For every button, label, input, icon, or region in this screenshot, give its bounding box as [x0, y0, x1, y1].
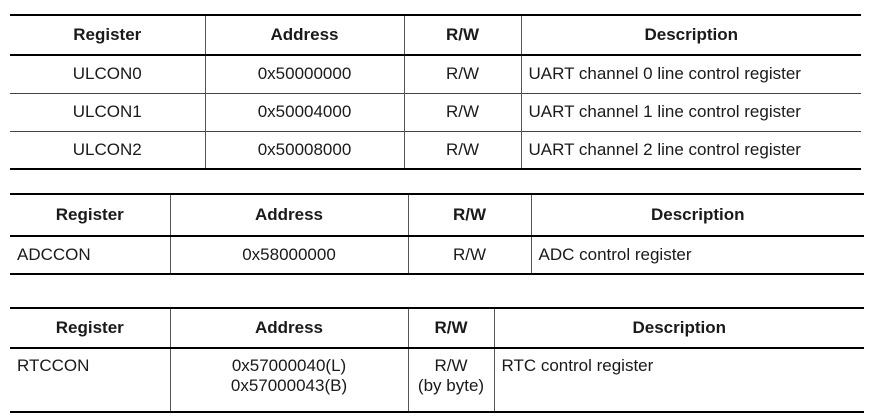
- header-rw: R/W: [403, 15, 521, 55]
- header-rw: R/W: [407, 308, 494, 348]
- table-row: ULCON2 0x50008000 R/W UART channel 2 lin…: [10, 131, 861, 169]
- table-row: ULCON0 0x50000000 R/W UART channel 0 lin…: [10, 55, 861, 93]
- address-low: 0x57000040(L): [231, 356, 347, 375]
- table-row: ADCCON 0x58000000 R/W ADC control regist…: [10, 236, 864, 274]
- uart-register-table: Register Address R/W Description ULCON0 …: [10, 14, 861, 170]
- cell-description: UART channel 2 line control register: [520, 131, 861, 169]
- header-description: Description: [530, 194, 864, 236]
- table-row: ULCON1 0x50004000 R/W UART channel 1 lin…: [10, 93, 861, 131]
- header-address: Address: [169, 308, 408, 348]
- cell-rw: R/W: [403, 93, 521, 131]
- table-header-row: Register Address R/W Description: [10, 308, 864, 348]
- cell-address: 0x50000000: [204, 55, 404, 93]
- header-register: Register: [55, 318, 124, 337]
- cell-address: 0x50004000: [204, 93, 404, 131]
- rw-note: (by byte): [417, 376, 485, 395]
- cell-rw: R/W (by byte): [407, 348, 494, 412]
- cell-address: 0x58000000: [169, 236, 408, 274]
- cell-rw: R/W: [407, 236, 531, 274]
- cell-description: ADC control register: [530, 236, 864, 274]
- cell-register: RTCCON: [17, 356, 90, 375]
- cell-address: 0x50008000: [204, 131, 404, 169]
- header-description: Description: [493, 308, 864, 348]
- cell-register: ULCON1: [72, 102, 142, 121]
- table-row: RTCCON 0x57000040(L) 0x57000043(B) R/W (…: [10, 348, 864, 412]
- adc-register-table: Register Address R/W Description ADCCON …: [10, 193, 864, 275]
- header-rw: R/W: [407, 194, 531, 236]
- table-header-row: Register Address R/W Description: [10, 15, 861, 55]
- cell-register: ULCON0: [72, 64, 142, 84]
- cell-register: ULCON2: [72, 139, 142, 159]
- cell-register: ADCCON: [17, 245, 91, 264]
- header-address: Address: [204, 15, 404, 55]
- cell-description: UART channel 1 line control register: [520, 93, 861, 131]
- cell-rw: R/W: [403, 55, 521, 93]
- cell-address: 0x57000040(L) 0x57000043(B): [169, 348, 408, 412]
- address-byte: 0x57000043(B): [230, 376, 348, 395]
- cell-rw: R/W: [403, 131, 521, 169]
- table-header-row: Register Address R/W Description: [10, 194, 864, 236]
- header-address: Address: [169, 194, 408, 236]
- cell-description: RTC control register: [493, 348, 864, 412]
- cell-description: UART channel 0 line control register: [520, 55, 861, 93]
- header-register: Register: [55, 205, 124, 224]
- rw-mode: R/W: [434, 356, 468, 375]
- header-description: Description: [520, 15, 861, 55]
- header-register: Register: [73, 25, 142, 44]
- rtc-register-table: Register Address R/W Description RTCCON …: [10, 307, 864, 413]
